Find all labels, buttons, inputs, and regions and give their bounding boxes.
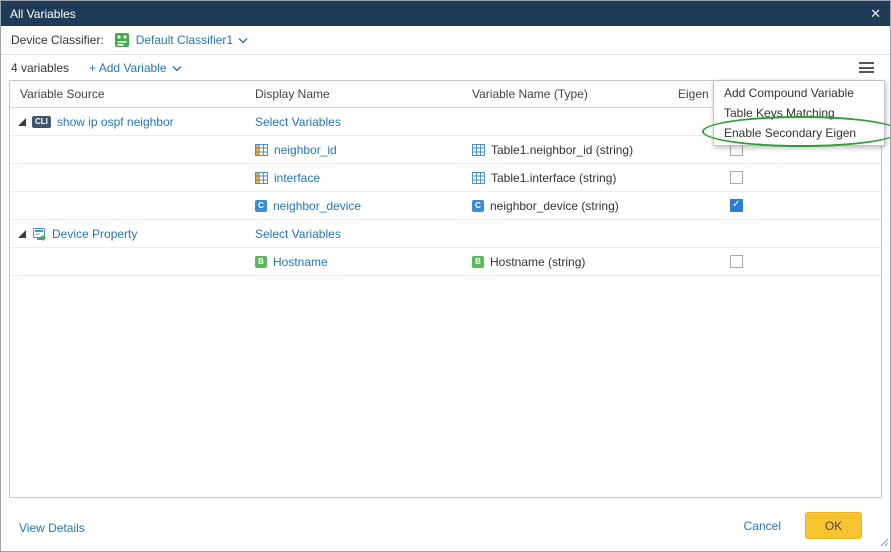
table-row[interactable]: interface Table1.interface (string) (10, 164, 881, 192)
eigen-checkbox[interactable] (730, 199, 743, 212)
header-variable-source: Variable Source (20, 81, 105, 107)
ok-button[interactable]: OK (805, 512, 862, 539)
select-variables-link[interactable]: Select Variables (255, 227, 341, 241)
header-display-name: Display Name (255, 81, 330, 107)
dialog-titlebar: All Variables ✕ (1, 1, 890, 26)
table-row[interactable]: B Hostname B Hostname (string) (10, 248, 881, 276)
toolbar: 4 variables + Add Variable (11, 55, 880, 80)
table-icon (472, 172, 485, 184)
header-variable-name: Variable Name (Type) (472, 81, 588, 107)
view-details-link[interactable]: View Details (19, 521, 85, 535)
close-icon[interactable]: ✕ (870, 7, 881, 20)
expanded-triangle-icon[interactable] (18, 118, 26, 126)
footer-actions: Cancel OK (744, 512, 862, 539)
context-menu: Add Compound Variable Table Keys Matchin… (713, 80, 885, 146)
classifier-label: Device Classifier: (11, 33, 104, 47)
compound-variable-icon: C (255, 200, 267, 212)
source-link[interactable]: Device Property (52, 227, 137, 241)
variable-name-text: Table1.interface (string) (491, 171, 616, 185)
source-link[interactable]: show ip ospf neighbor (57, 115, 174, 129)
add-variable-label: + Add Variable (89, 61, 167, 75)
chevron-down-icon (172, 61, 182, 75)
eigen-checkbox[interactable] (730, 171, 743, 184)
table-column-icon (255, 172, 268, 184)
classifier-icon (114, 32, 130, 48)
variable-display-link[interactable]: Hostname (273, 255, 328, 269)
add-variable-button[interactable]: + Add Variable (89, 61, 182, 75)
cancel-button[interactable]: Cancel (744, 519, 781, 533)
table-column-icon (255, 144, 268, 156)
header-eigen: Eigen (678, 81, 709, 107)
variable-count: 4 variables (11, 61, 69, 75)
dialog-title: All Variables (10, 7, 76, 21)
table-row[interactable]: C neighbor_device C neighbor_device (str… (10, 192, 881, 220)
eigen-checkbox[interactable] (730, 255, 743, 268)
classifier-value[interactable]: Default Classifier1 (136, 33, 233, 47)
classifier-row: Device Classifier: Default Classifier1 (1, 26, 890, 54)
menu-item-table-keys-matching[interactable]: Table Keys Matching (714, 103, 884, 123)
builtin-variable-icon: B (255, 256, 267, 268)
menu-item-add-compound-variable[interactable]: Add Compound Variable (714, 83, 884, 103)
all-variables-dialog: All Variables ✕ Device Classifier: Defau… (0, 0, 891, 552)
menu-icon[interactable] (859, 62, 874, 73)
builtin-variable-icon: B (472, 256, 484, 268)
variable-display-link[interactable]: neighbor_device (273, 199, 361, 213)
select-variables-link[interactable]: Select Variables (255, 115, 341, 129)
table-row[interactable]: Device Property Select Variables (10, 220, 881, 248)
variable-name-text: neighbor_device (string) (490, 199, 619, 213)
compound-variable-icon: C (472, 200, 484, 212)
device-property-icon (32, 227, 46, 241)
table-icon (472, 144, 485, 156)
menu-item-enable-secondary-eigen[interactable]: Enable Secondary Eigen (714, 123, 884, 143)
chevron-down-icon[interactable] (238, 33, 248, 47)
variable-name-text: Table1.neighbor_id (string) (491, 143, 633, 157)
expanded-triangle-icon[interactable] (18, 230, 26, 238)
resize-grip-icon[interactable] (880, 536, 889, 550)
variable-display-link[interactable]: neighbor_id (274, 143, 337, 157)
variable-display-link[interactable]: interface (274, 171, 320, 185)
variable-name-text: Hostname (string) (490, 255, 585, 269)
cli-icon: CLI (32, 116, 51, 128)
